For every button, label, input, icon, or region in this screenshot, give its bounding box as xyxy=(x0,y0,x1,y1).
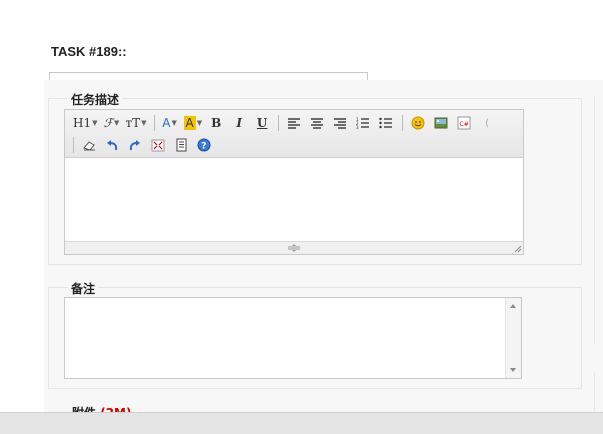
highlight-color-dropdown[interactable]: A ▼ xyxy=(183,114,203,132)
editor-resize-bar[interactable] xyxy=(65,241,523,254)
redo-icon[interactable] xyxy=(126,136,144,154)
bottom-scroll-bar[interactable] xyxy=(0,412,603,434)
right-panel-edge-lower xyxy=(594,372,603,412)
notes-legend: 备注 xyxy=(68,280,99,297)
unordered-list-icon[interactable] xyxy=(377,114,395,132)
chevron-down-icon: ▼ xyxy=(196,119,203,127)
page-heading: TASK #189:: xyxy=(51,44,127,59)
chevron-down-icon: ▼ xyxy=(171,119,177,127)
svg-text:?: ? xyxy=(201,142,206,152)
font-size-dropdown[interactable]: ᴛT ▼ xyxy=(126,114,147,132)
italic-button[interactable]: I xyxy=(230,114,248,132)
scroll-down-icon[interactable] xyxy=(510,368,516,372)
help-icon[interactable]: ? xyxy=(195,136,213,154)
bold-button[interactable]: B xyxy=(207,114,225,132)
toolbar-divider xyxy=(402,115,404,131)
font-family-dropdown[interactable]: ℱ ▼ xyxy=(103,114,121,132)
resize-grip-icon xyxy=(288,244,300,252)
chevron-down-icon: ▼ xyxy=(141,119,147,127)
fullscreen-icon[interactable] xyxy=(149,136,167,154)
chevron-down-icon: ▼ xyxy=(114,119,120,127)
editor-content-area[interactable] xyxy=(65,158,523,241)
right-panel-edge xyxy=(594,95,603,345)
ordered-list-icon[interactable]: 123 xyxy=(354,114,372,132)
chevron-down-icon: ▼ xyxy=(92,119,98,127)
emoticon-icon[interactable] xyxy=(409,114,427,132)
paste-text-icon[interactable] xyxy=(172,136,190,154)
toolbar-divider xyxy=(278,115,280,131)
description-legend: 任务描述 xyxy=(68,91,123,108)
eraser-icon[interactable] xyxy=(80,136,98,154)
svg-text:3: 3 xyxy=(356,125,359,129)
notes-textarea[interactable] xyxy=(64,297,522,379)
rich-text-editor: H1 ▼ ℱ ▼ ᴛT ▼ A ▼ A ▼ B I U 123 C# (? xyxy=(64,109,524,255)
toolbar-divider xyxy=(153,115,155,131)
font-color-dropdown[interactable]: A ▼ xyxy=(161,114,179,132)
align-center-icon[interactable] xyxy=(308,114,326,132)
insert-image-icon[interactable] xyxy=(432,114,450,132)
scroll-up-icon[interactable] xyxy=(510,304,516,308)
resize-corner-icon[interactable] xyxy=(514,245,522,253)
heading-dropdown[interactable]: H1 ▼ xyxy=(73,114,98,132)
more-tools-icon[interactable]: ( xyxy=(478,114,496,132)
notes-scrollbar[interactable] xyxy=(505,298,521,378)
toolbar-divider xyxy=(73,137,74,153)
code-icon[interactable]: C# xyxy=(455,114,473,132)
align-right-icon[interactable] xyxy=(331,114,349,132)
underline-button[interactable]: U xyxy=(253,114,271,132)
editor-toolbar: H1 ▼ ℱ ▼ ᴛT ▼ A ▼ A ▼ B I U 123 C# (? xyxy=(65,110,523,158)
align-left-icon[interactable] xyxy=(285,114,303,132)
svg-text:C#: C# xyxy=(460,121,469,128)
undo-icon[interactable] xyxy=(103,136,121,154)
